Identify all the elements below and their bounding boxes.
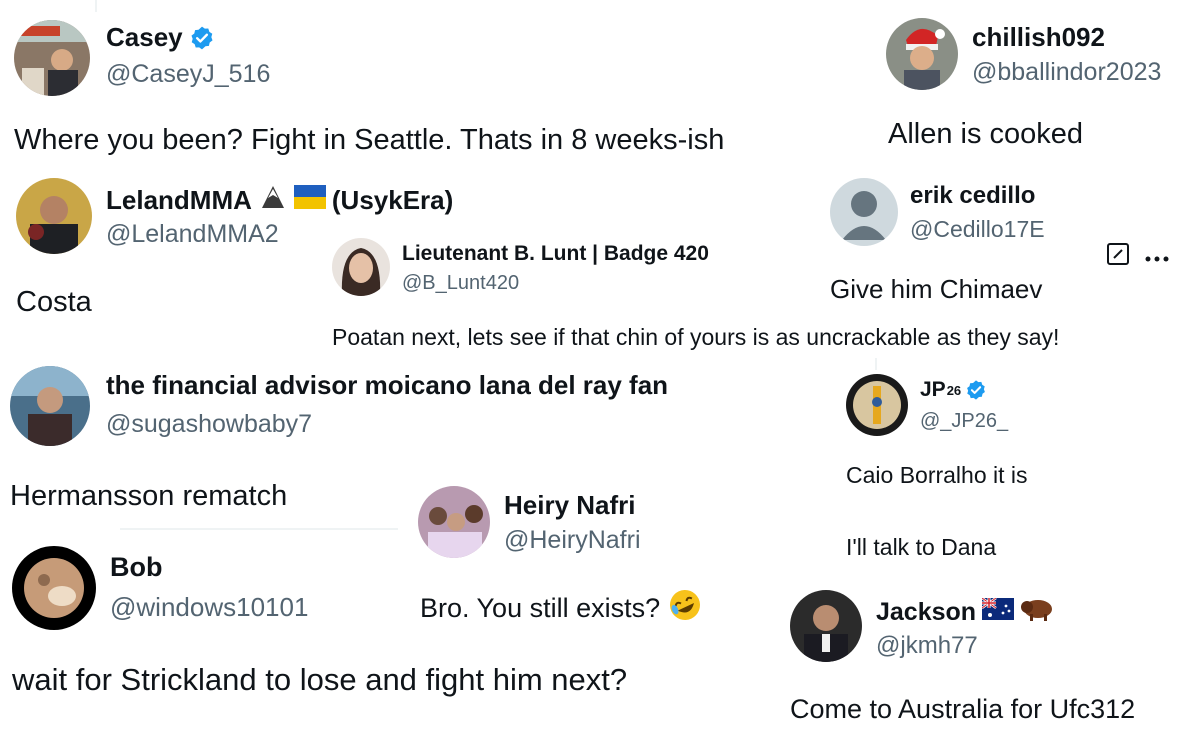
- tweet-text: Allen is cooked: [888, 118, 1084, 150]
- avatar[interactable]: [12, 546, 96, 630]
- avatar[interactable]: [886, 18, 958, 90]
- display-name[interactable]: Lieutenant B. Lunt | Badge 420: [402, 242, 709, 266]
- display-name[interactable]: JP 26: [920, 378, 987, 402]
- display-name[interactable]: Heiry Nafri: [504, 490, 636, 521]
- handle[interactable]: @Cedillo17E: [910, 216, 1045, 243]
- tweet-text: Costa: [16, 286, 92, 318]
- tweet-text: Come to Australia for Ufc312: [790, 694, 1136, 724]
- ukraine-flag-icon: [293, 185, 326, 216]
- avatar[interactable]: [332, 238, 390, 296]
- display-name[interactable]: Jackson: [876, 596, 1054, 629]
- eagle-icon: [258, 182, 288, 219]
- bison-icon: [1020, 596, 1054, 629]
- avatar[interactable]: [846, 374, 908, 436]
- display-name-text: LelandMMA: [106, 185, 252, 215]
- tweet-text: wait for Strickland to lose and fight hi…: [12, 662, 628, 697]
- tweet-text: Give him Chimaev: [830, 274, 1043, 304]
- handle[interactable]: @sugashowbaby7: [106, 410, 312, 439]
- avatar[interactable]: [14, 20, 90, 96]
- divider: [95, 0, 97, 12]
- divider: [875, 358, 877, 370]
- display-name-suffix: (UsykEra): [331, 185, 454, 215]
- handle[interactable]: @_JP26_: [920, 410, 1008, 433]
- more-options-icon[interactable]: [1144, 250, 1170, 262]
- tweet-text: Caio Borralho it is: [846, 462, 1028, 488]
- handle[interactable]: @windows10101: [110, 592, 308, 623]
- display-name[interactable]: chillish092: [972, 22, 1105, 53]
- tweet-text: Hermansson rematch: [10, 480, 288, 512]
- display-name-superscript: 26: [946, 382, 962, 398]
- avatar[interactable]: [16, 178, 92, 254]
- display-name[interactable]: Bob: [110, 552, 162, 583]
- divider: [120, 528, 398, 530]
- rolling-laughing-icon: [668, 588, 702, 629]
- avatar[interactable]: [418, 486, 490, 558]
- display-name-text: JP: [920, 378, 946, 401]
- display-name-text: Jackson: [876, 598, 977, 626]
- avatar[interactable]: [10, 366, 90, 446]
- display-name-text: Casey: [106, 22, 183, 52]
- display-name[interactable]: the financial advisor moicano lana del r…: [106, 370, 668, 401]
- handle[interactable]: @HeiryNafri: [504, 526, 641, 555]
- verified-badge-icon: [965, 379, 987, 401]
- tweet-text-line: I'll talk to Dana: [846, 534, 997, 560]
- display-name[interactable]: LelandMMA (UsykEra): [106, 182, 453, 219]
- handle[interactable]: @CaseyJ_516: [106, 60, 270, 89]
- avatar[interactable]: [830, 178, 898, 246]
- verified-badge-icon: [189, 25, 215, 51]
- australia-flag-icon: [981, 596, 1015, 627]
- tweet-text: Bro. You still exists?: [420, 588, 702, 629]
- avatar[interactable]: [790, 590, 862, 662]
- tweet-text: Where you been? Fight in Seattle. Thats …: [14, 124, 725, 156]
- handle[interactable]: @B_Lunt420: [402, 272, 519, 295]
- tweet-text: Poatan next, lets see if that chin of yo…: [332, 324, 1060, 350]
- display-name[interactable]: Casey: [106, 22, 215, 53]
- handle[interactable]: @jkmh77: [876, 632, 978, 660]
- handle[interactable]: @LelandMMA2: [106, 220, 279, 249]
- display-name[interactable]: erik cedillo: [910, 182, 1035, 210]
- tweet-text-content: Bro. You still exists?: [420, 593, 661, 623]
- edit-icon[interactable]: [1106, 242, 1130, 266]
- handle[interactable]: @bballindor2023: [972, 58, 1161, 87]
